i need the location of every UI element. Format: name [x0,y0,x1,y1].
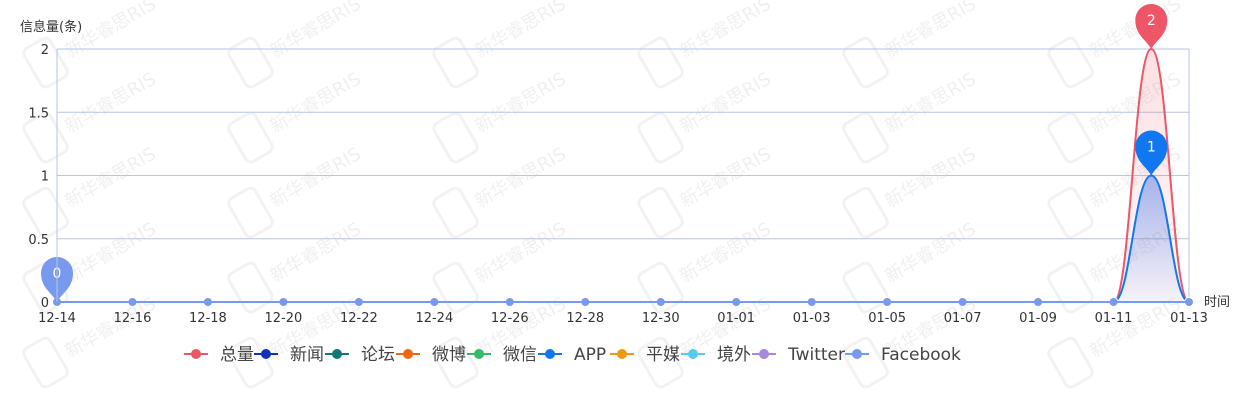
y-tick-label: 1.5 [28,106,49,121]
watermark-text: 新华睿思RIS [266,144,364,213]
watermark-text: 新华睿思RIS [676,219,774,288]
grid [57,48,1190,303]
legend-item-总量[interactable]: 总量 [184,345,254,365]
legend-label: 微信 [503,345,537,365]
legend-swatch-dot [688,349,698,359]
watermark-text: 新华睿思RIS [881,219,979,288]
value-pin: 2 [1135,4,1168,49]
watermark-text: 新华睿思RIS [61,144,159,213]
legend-item-facebook[interactable]: Facebook [845,345,961,365]
legend-label: Twitter [787,345,845,365]
legend-swatch-dot [617,349,627,359]
legend-label: APP [574,345,606,365]
legend-item-平媒[interactable]: 平媒 [610,345,680,365]
x-tick-label: 12-26 [491,311,529,326]
watermark-layer: 新华睿思RIS 新华睿思RIS 新华睿思RIS 新华睿思RIS 新华睿思RIS 新华睿思R… [22,0,1185,389]
watermark-text: 新华睿思RIS [1086,0,1184,62]
legend-swatch-dot [474,349,484,359]
legend-label: 平媒 [646,345,680,365]
x-tick-label: 01-11 [1095,311,1133,326]
watermark-text: 新华睿思RIS [471,0,569,62]
x-tick-label: 01-07 [944,311,982,326]
watermark-text: 新华睿思RIS [676,0,774,62]
x-tick-label: 01-01 [717,311,755,326]
x-tick-label: 12-20 [265,311,303,326]
watermark-text: 新华睿思RIS [266,219,364,288]
watermark-text: 新华睿思RIS [61,69,159,138]
legend[interactable]: 总量 新闻 论坛 微博 微信 APP 平媒 境外 Twitter Facebook [184,345,961,365]
legend-label: 论坛 [361,345,395,365]
legend-label: Facebook [881,345,961,365]
watermark-text: 新华睿思RIS [881,144,979,213]
y-tick-label: 0 [41,296,49,311]
legend-item-论坛[interactable]: 论坛 [325,345,395,365]
y-axis-label: 信息量(条) [20,19,82,35]
legend-item-微博[interactable]: 微博 [396,345,466,365]
x-tick-label: 01-03 [793,311,831,326]
watermark-text: 新华睿思RIS [471,69,569,138]
axes: 0 0.5 1 1.5 2 12-14 12-16 12-18 12-20 12-22 12-24 1… [28,43,1208,326]
legend-label: 总量 [220,345,254,365]
line-chart: 新华睿思RIS 新华睿思RIS 新华睿思RIS 新华睿思RIS 新华睿思RIS 新华睿思R… [20,0,1230,389]
watermark-text: 新华睿思RIS [881,0,979,62]
legend-swatch-dot [403,349,413,359]
legend-swatch-dot [332,349,342,359]
x-tick-label: 01-05 [868,311,906,326]
value-pin-label: 2 [1147,13,1156,29]
x-axis-label: 时间 [1204,295,1230,310]
x-tick-label: 12-16 [114,311,152,326]
watermark-text: 新华睿思RIS [266,69,364,138]
watermark-text: 新华睿思RIS [471,144,569,213]
x-tick-label: 12-14 [38,311,76,326]
watermark-text: 新华睿思RIS [471,219,569,288]
x-tick-label: 12-24 [415,311,453,326]
x-tick-label: 12-22 [340,311,378,326]
legend-swatch-dot [852,349,862,359]
y-tick-label: 1 [41,170,49,185]
y-tick-label: 0.5 [28,233,49,248]
value-pin-label: 1 [1147,140,1156,156]
legend-swatch-dot [759,349,769,359]
watermark-text: 新华睿思RIS [676,69,774,138]
x-tick-label: 01-13 [1170,311,1208,326]
watermark: 新华睿思RIS [227,294,365,389]
x-tick-label: 12-28 [566,311,604,326]
watermark: 新华睿思RIS [637,294,775,389]
watermark-text: 新华睿思RIS [61,219,159,288]
legend-swatch-dot [261,349,271,359]
legend-label: 新闻 [290,345,324,365]
x-tick-label: 12-30 [642,311,680,326]
legend-label: 微博 [432,345,466,365]
y-tick-label: 2 [41,43,49,58]
watermark-text: 新华睿思RIS [61,294,159,363]
legend-item-twitter[interactable]: Twitter [752,345,845,365]
watermark-text: 新华睿思RIS [676,144,774,213]
watermark-text: 新华睿思RIS [881,69,979,138]
x-tick-label: 01-09 [1019,311,1057,326]
watermark-text: 新华睿思RIS [1086,294,1184,363]
watermark-text: 新华睿思RIS [1086,69,1184,138]
legend-swatch-dot [545,349,555,359]
watermark-text: 新华睿思RIS [266,0,364,62]
legend-label: 境外 [717,345,751,365]
x-tick-label: 12-18 [189,311,227,326]
legend-swatch-dot [191,349,201,359]
watermark: 新华睿思RIS [432,294,570,389]
legend-item-app[interactable]: APP [538,345,606,365]
